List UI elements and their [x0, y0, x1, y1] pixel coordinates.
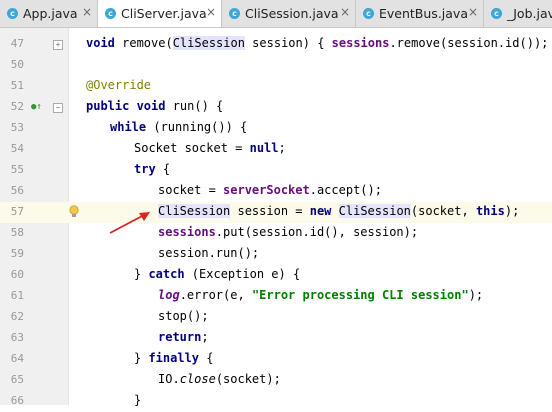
annotation-arrow-overlay — [109, 212, 150, 234]
red-arrow-icon — [109, 212, 150, 234]
